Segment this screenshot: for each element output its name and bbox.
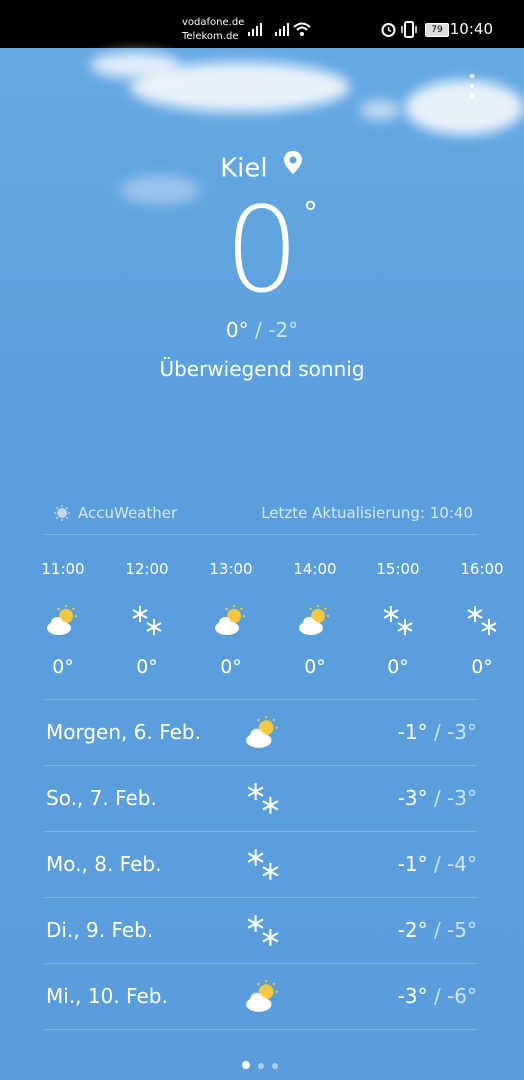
page-dot-active[interactable] bbox=[242, 1061, 250, 1069]
day-high: -3° bbox=[397, 984, 428, 1008]
day-temp-range: -1° / -4° bbox=[398, 852, 477, 876]
snow-icon bbox=[132, 606, 162, 635]
city-name: Kiel bbox=[220, 153, 268, 184]
divider bbox=[45, 1029, 477, 1030]
separator: / bbox=[433, 918, 441, 942]
carrier-1: vodafone.de bbox=[182, 17, 245, 28]
partly-sunny-icon bbox=[47, 605, 77, 635]
hour-temp: 0° bbox=[304, 656, 326, 678]
day-low: -5° bbox=[447, 918, 477, 942]
snow-icon bbox=[247, 915, 279, 946]
day-high: -1° bbox=[397, 852, 428, 876]
snow-icon bbox=[247, 849, 279, 880]
day-low: -6° bbox=[447, 984, 477, 1008]
hour-temp: 0° bbox=[136, 656, 158, 678]
alarm-icon bbox=[381, 23, 396, 37]
daily-row[interactable]: Morgen, 6. Feb. -1° / -3° bbox=[45, 700, 477, 766]
vibrate-icon bbox=[401, 21, 417, 38]
separator: / bbox=[255, 318, 262, 342]
snow-icon bbox=[383, 606, 413, 635]
daily-row[interactable]: Mi., 10. Feb. -3° / -6° bbox=[45, 964, 477, 1030]
hour-time: 15:00 bbox=[376, 560, 420, 578]
snow-icon bbox=[467, 606, 497, 635]
day-temp-range: -2° / -5° bbox=[398, 918, 477, 942]
hour-temp: 0° bbox=[387, 656, 409, 678]
hour-time: 13:00 bbox=[209, 560, 253, 578]
hour-temp: 0° bbox=[471, 656, 493, 678]
more-options-icon[interactable] bbox=[466, 70, 478, 106]
day-temp-range: -3° / -3° bbox=[398, 786, 477, 810]
divider bbox=[45, 534, 477, 535]
day-name: Mo., 8. Feb. bbox=[46, 852, 162, 876]
day-low: -3° bbox=[447, 720, 477, 744]
day-high: -2° bbox=[397, 918, 428, 942]
city-header[interactable]: Kiel bbox=[0, 150, 524, 184]
location-pin-icon bbox=[283, 151, 302, 174]
separator: / bbox=[433, 786, 441, 810]
status-time: 10:40 bbox=[449, 20, 493, 38]
last-update-label: Letzte Aktualisierung: 10:40 bbox=[261, 504, 473, 522]
partly-sunny-icon bbox=[246, 980, 278, 1012]
separator: / bbox=[433, 720, 441, 744]
day-low: -3° bbox=[447, 786, 477, 810]
partly-sunny-icon bbox=[246, 716, 278, 748]
source-label[interactable]: AccuWeather bbox=[78, 504, 177, 522]
partly-sunny-icon bbox=[299, 605, 329, 635]
current-condition: Überwiegend sonnig bbox=[159, 357, 365, 381]
day-name: Di., 9. Feb. bbox=[46, 918, 154, 942]
daily-row[interactable]: So., 7. Feb. -3° / -3° bbox=[45, 766, 477, 832]
hour-temp: 0° bbox=[52, 656, 74, 678]
snow-icon bbox=[247, 783, 279, 814]
day-name: Morgen, 6. Feb. bbox=[46, 720, 201, 744]
accuweather-logo-icon bbox=[54, 505, 70, 521]
signal-icon bbox=[275, 23, 289, 36]
separator: / bbox=[433, 984, 441, 1008]
degree-symbol: ° bbox=[303, 196, 318, 231]
current-temperature: 0 bbox=[224, 181, 300, 319]
carrier-2: Telekom.de bbox=[182, 31, 239, 42]
signal-icon bbox=[248, 23, 262, 36]
current-high: 0° bbox=[225, 318, 249, 342]
hour-time: 11:00 bbox=[41, 560, 85, 578]
status-bar: vodafone.de Telekom.de 79 10:40 bbox=[0, 0, 524, 48]
day-name: So., 7. Feb. bbox=[46, 786, 157, 810]
partly-sunny-icon bbox=[215, 605, 245, 635]
separator: / bbox=[433, 852, 441, 876]
hour-time: 16:00 bbox=[460, 560, 504, 578]
hour-time: 12:00 bbox=[125, 560, 169, 578]
day-temp-range: -1° / -3° bbox=[398, 720, 477, 744]
day-high: -3° bbox=[397, 786, 428, 810]
daily-row[interactable]: Mo., 8. Feb. -1° / -4° bbox=[45, 832, 477, 898]
day-name: Mi., 10. Feb. bbox=[46, 984, 168, 1008]
hour-time: 14:00 bbox=[293, 560, 337, 578]
daily-row[interactable]: Di., 9. Feb. -2° / -5° bbox=[45, 898, 477, 964]
battery-icon: 79 bbox=[425, 23, 449, 37]
page-dot[interactable] bbox=[272, 1063, 278, 1069]
day-high: -1° bbox=[397, 720, 428, 744]
hour-temp: 0° bbox=[220, 656, 242, 678]
carrier-labels: vodafone.de Telekom.de bbox=[182, 16, 244, 44]
wifi-icon bbox=[293, 22, 311, 36]
page-indicator[interactable] bbox=[242, 1054, 286, 1073]
current-high-low: 0° / -2° bbox=[0, 318, 524, 342]
current-low: -2° bbox=[268, 318, 299, 342]
day-low: -4° bbox=[447, 852, 477, 876]
day-temp-range: -3° / -6° bbox=[398, 984, 477, 1008]
page-dot[interactable] bbox=[258, 1063, 264, 1069]
